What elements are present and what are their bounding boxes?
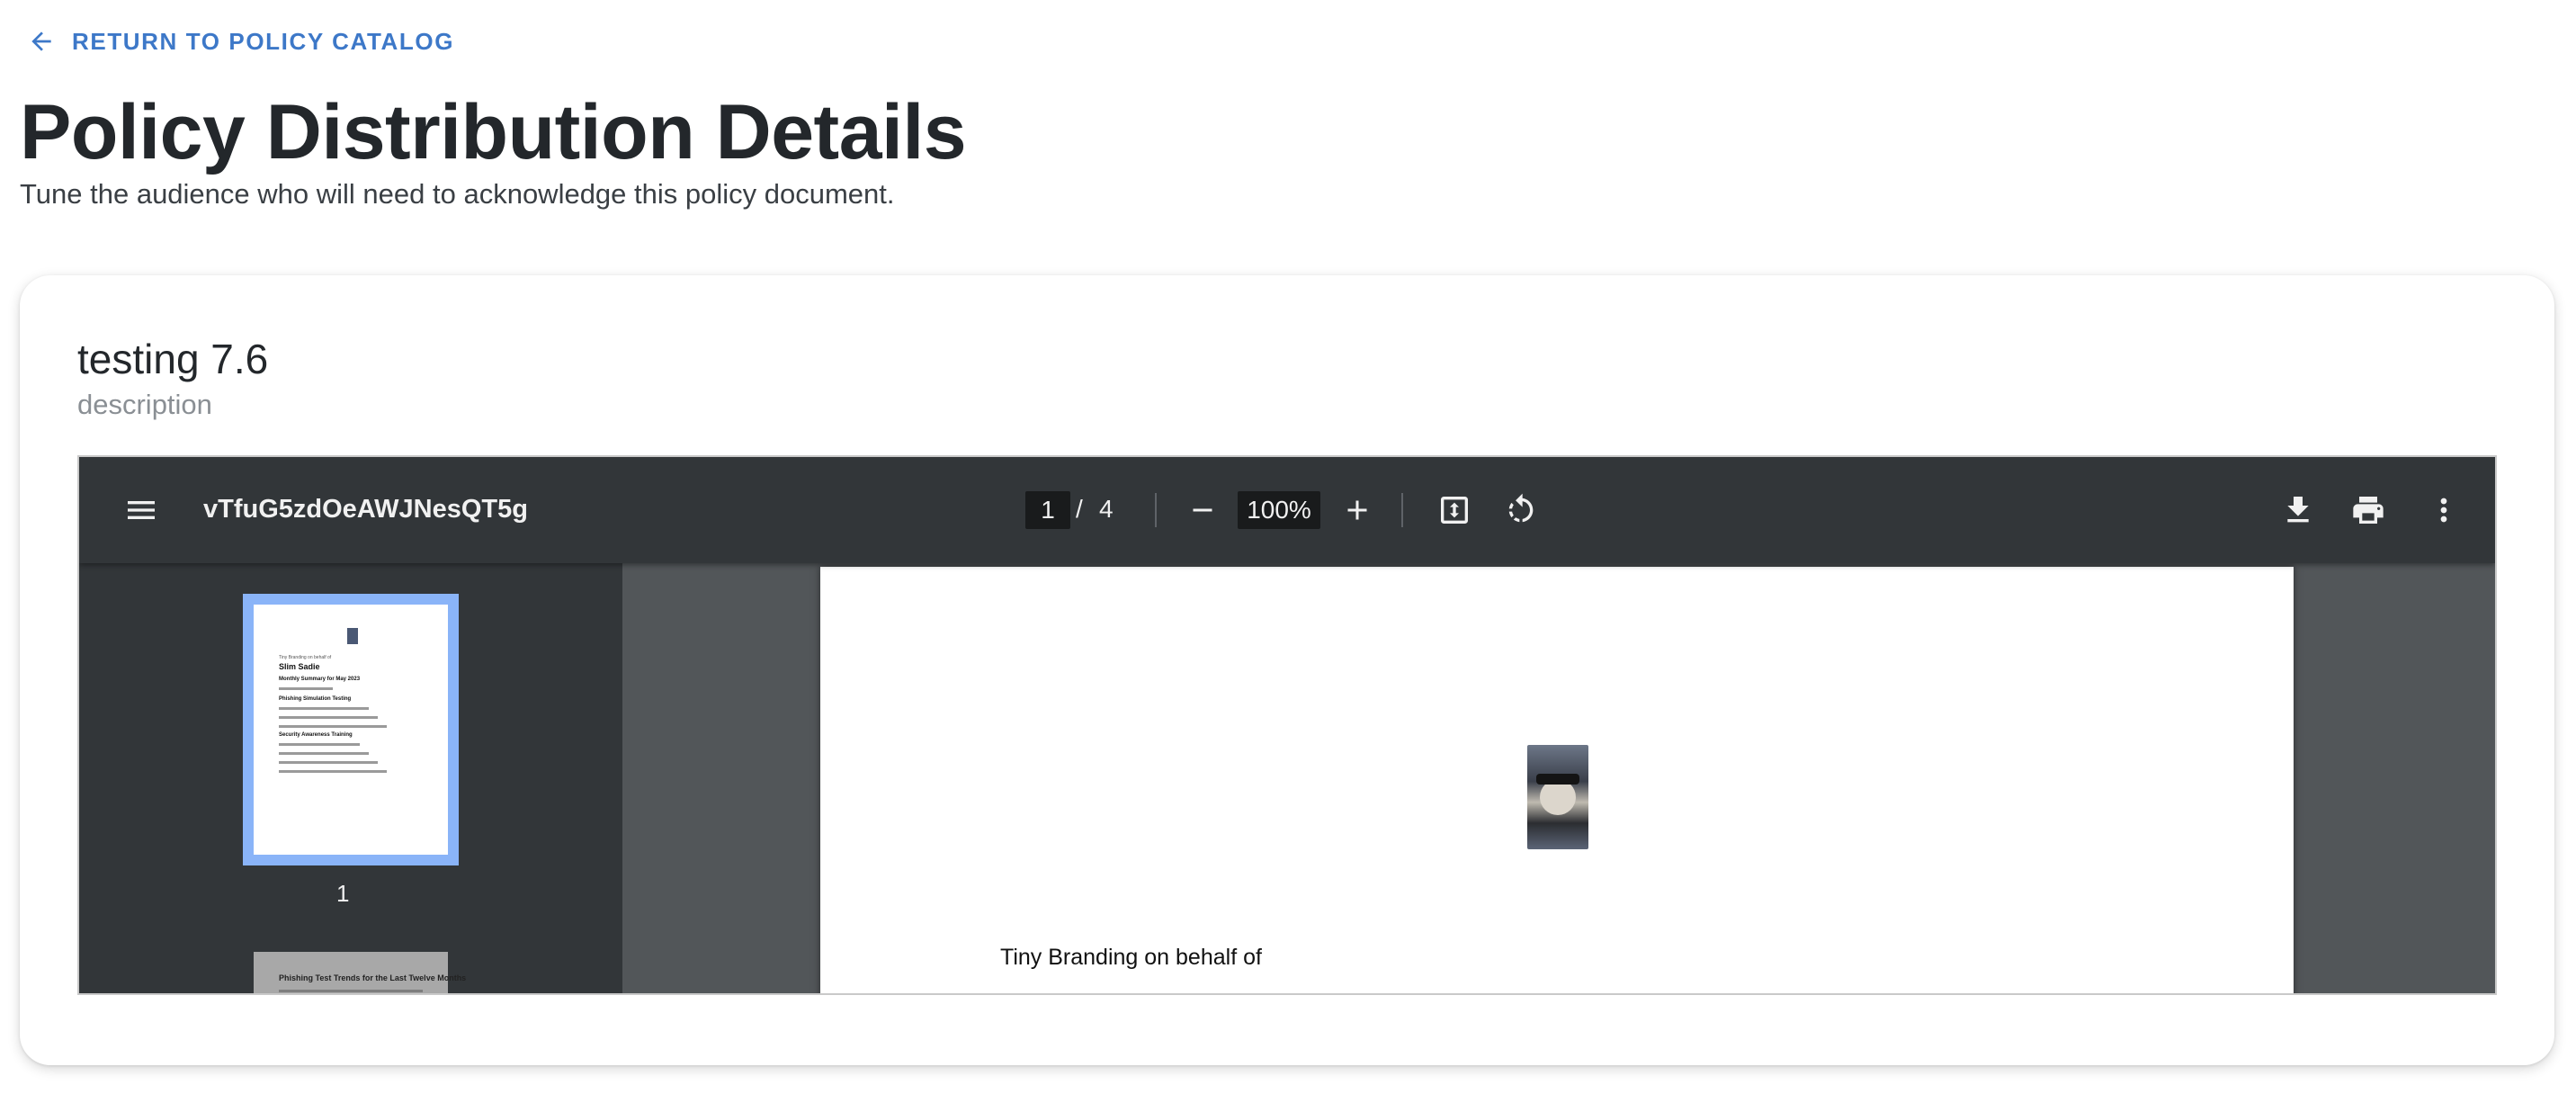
- page-thumbnail[interactable]: Tiny Branding on behalf of Slim Sadie Mo…: [243, 594, 459, 865]
- print-icon: [2353, 497, 2384, 524]
- page: RETURN TO POLICY CATALOG Policy Distribu…: [0, 0, 2576, 1094]
- thumbnail-sidebar[interactable]: Tiny Branding on behalf of Slim Sadie Mo…: [79, 563, 622, 993]
- photo-subject-glasses: [1536, 774, 1579, 785]
- photo-subject: [1540, 779, 1576, 815]
- document-text: Tiny Branding on behalf of: [1000, 945, 1262, 970]
- thumbnail-line: Tiny Branding on behalf of: [279, 655, 332, 660]
- more-vertical-icon: [2440, 498, 2447, 523]
- fit-to-page-button[interactable]: [1434, 489, 1475, 531]
- more-options-button[interactable]: [2423, 489, 2464, 531]
- thumbnail-line: [279, 743, 360, 746]
- return-to-catalog-link[interactable]: RETURN TO POLICY CATALOG: [27, 27, 454, 56]
- thumbnail-heading: Phishing Simulation Testing: [279, 696, 352, 702]
- pdf-viewer[interactable]: vTfuG5zdOeAWJNesQT5g 1 / 4 100% Tiny Bra…: [77, 455, 2497, 995]
- thumbnail-heading: Security Awareness Training: [279, 732, 353, 738]
- pdf-file-name: vTfuG5zdOeAWJNesQT5g: [203, 495, 528, 524]
- arrow-left-icon: [31, 31, 51, 51]
- page-title: Policy Distribution Details: [20, 89, 967, 175]
- thumbnail-heading: Phishing Test Trends for the Last Twelve…: [279, 973, 467, 982]
- page-subtitle: Tune the audience who will need to ackno…: [20, 178, 895, 210]
- policy-card: testing 7.6 description vTfuG5zdOeAWJNes…: [20, 275, 2554, 1065]
- thumbnail-line: [279, 687, 333, 690]
- rotate-counterclockwise-icon: [1508, 493, 1534, 523]
- document-page: Tiny Branding on behalf of: [820, 567, 2294, 993]
- thumbnail-line: [279, 990, 423, 992]
- download-icon: [2287, 497, 2309, 523]
- thumbnail-heading: Slim Sadie: [279, 662, 320, 671]
- thumbnail-line: [279, 716, 378, 719]
- thumbnail-line: [279, 761, 378, 764]
- document-area[interactable]: Tiny Branding on behalf of: [622, 563, 2495, 993]
- print-button[interactable]: [2348, 489, 2389, 531]
- thumbnail-line: [279, 752, 369, 755]
- document-photo: [1527, 745, 1588, 849]
- toolbar-divider: [1401, 493, 1403, 527]
- download-button[interactable]: [2277, 489, 2319, 531]
- thumbnail-line: [279, 770, 387, 773]
- zoom-in-button[interactable]: [1338, 491, 1376, 529]
- thumbnail-logo: [347, 628, 358, 644]
- plus-icon: [1347, 500, 1367, 520]
- thumbnail-heading: Monthly Summary for May 2023: [279, 677, 361, 682]
- zoom-out-button[interactable]: [1184, 491, 1221, 529]
- rotate-button[interactable]: [1500, 489, 1542, 531]
- page-total: 4: [1099, 495, 1114, 523]
- page-separator: /: [1076, 495, 1083, 523]
- menu-button[interactable]: [121, 489, 162, 531]
- pdf-toolbar: vTfuG5zdOeAWJNesQT5g 1 / 4 100%: [79, 457, 2495, 563]
- fit-to-page-icon: [1441, 497, 1468, 524]
- hamburger-menu-icon: [128, 501, 155, 519]
- page-number-input[interactable]: 1: [1025, 491, 1070, 529]
- thumbnail-line: [279, 725, 387, 728]
- policy-name: testing 7.6: [77, 336, 269, 382]
- policy-description: description: [77, 389, 212, 420]
- page-thumbnail[interactable]: Phishing Test Trends for the Last Twelve…: [254, 952, 466, 993]
- thumbnail-page-number: 1: [336, 880, 350, 907]
- toolbar-divider: [1155, 493, 1157, 527]
- zoom-level-input[interactable]: 100%: [1238, 491, 1320, 529]
- thumbnail-page-preview: Tiny Branding on behalf of Slim Sadie Mo…: [254, 605, 448, 855]
- return-to-catalog-label: RETURN TO POLICY CATALOG: [72, 27, 455, 55]
- minus-icon: [1193, 508, 1212, 512]
- thumbnail-line: [279, 707, 369, 710]
